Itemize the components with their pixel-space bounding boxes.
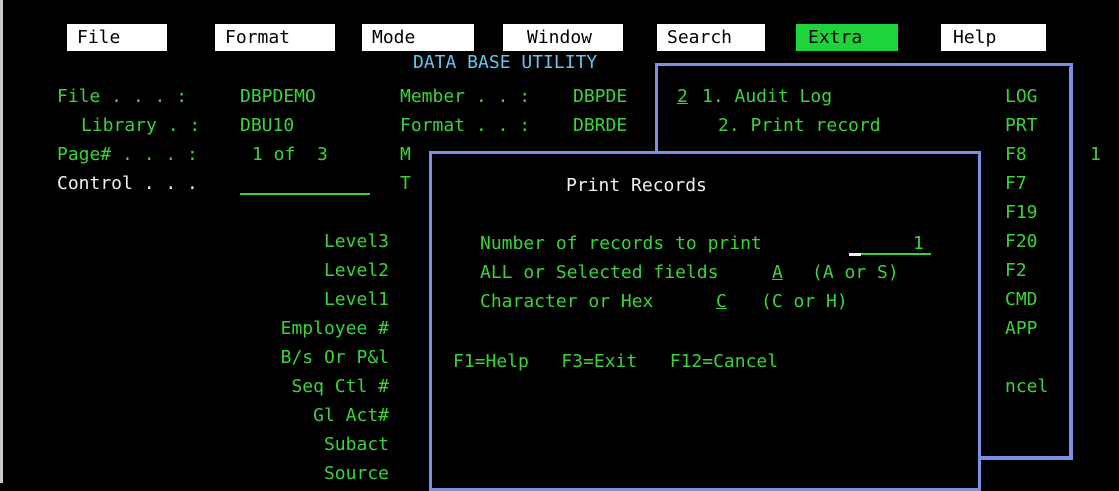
fields-input[interactable]: A [772,258,783,287]
menu-search[interactable]: Search [657,24,765,51]
member-value: DBPDE [573,86,628,107]
file-value: DBPDEMO [240,86,316,107]
control-input[interactable] [240,193,370,195]
function-keys[interactable]: F1=Help F3=Exit F12=Cancel [453,347,778,376]
extra-key-label: ncel [1005,376,1049,397]
format-label: Format . . : [400,115,531,136]
field-label: Employee # [280,318,389,339]
page-label: Page# . . . : [57,144,198,165]
field-label: Gl Act# [313,405,389,426]
menu-window-label: Window [527,27,593,48]
menu-format-label: Format [225,27,291,48]
menu-search-label: Search [667,27,733,48]
window-left-edge [0,0,8,483]
print-dialog [429,151,981,491]
extra-key-label: F19 [1005,202,1038,223]
field-list: Level3 Level2 Level1 Employee # B/s Or P&l Se… [220,227,389,488]
field-label: Level2 [323,260,389,281]
menu-window[interactable]: Window [503,24,623,51]
field-label: Source [323,463,389,484]
char-hex-hint: (C or H) [761,291,848,312]
menu-help-label: Help [953,27,997,48]
extra-key-list: LOG PRT F8 F7 F19 F20 F2 CMD APP ncel [1005,82,1050,401]
text-cursor [849,253,861,256]
extra-item-audit-log[interactable]: 1. Audit Log [702,82,832,111]
library-label: Library . : [81,115,201,136]
menu-mode[interactable]: Mode [362,24,474,51]
file-label: File . . . : [57,86,188,107]
records-label: Number of records to print [480,233,762,254]
screen-title: DATA BASE UTILITY [413,52,598,73]
extra-key-label [1005,343,1050,372]
fields-label: ALL or Selected fields [480,262,719,283]
control-label: Control . . . [57,173,198,194]
extra-selection-input[interactable]: 2 [677,82,688,111]
screen-edge-char: 1 [1090,144,1101,165]
page-value: 1 of 3 [252,144,328,165]
m-label: M [400,144,411,165]
member-label: Member . . : [400,86,531,107]
records-input[interactable]: 1 [913,229,924,258]
menu-mode-label: Mode [372,27,416,48]
menu-help[interactable]: Help [941,24,1046,51]
extra-key-label: CMD [1005,289,1038,310]
menu-extra-label: Extra [808,27,863,48]
extra-key-label: APP [1005,318,1038,339]
menu-file[interactable]: File [67,24,167,51]
extra-key-label: F20 [1005,231,1038,252]
extra-key-label: F2 [1005,260,1027,281]
extra-key-label: F8 [1005,144,1027,165]
char-hex-input[interactable]: C [716,287,727,316]
print-dialog-title: Print Records [566,175,707,196]
field-label: Level3 [323,231,389,252]
field-label: B/s Or P&l [280,347,389,368]
menu-file-label: File [77,27,121,48]
extra-menu-shadow-bottom [980,456,1073,460]
library-value: DBU10 [240,115,295,136]
fields-hint: (A or S) [812,262,899,283]
format-value: DBRDE [573,115,628,136]
field-label: Seq Ctl # [291,376,389,397]
field-label: Subact [323,434,389,455]
extra-menu-shadow [1069,67,1073,460]
t-label: T [400,173,411,194]
menu-extra[interactable]: Extra [796,24,898,51]
extra-item-print-record[interactable]: 2. Print record [718,111,881,140]
extra-key-label: F7 [1005,173,1027,194]
menu-format[interactable]: Format [215,24,335,51]
char-hex-label: Character or Hex [480,291,654,312]
field-label: Level1 [323,289,389,310]
extra-key-label: LOG [1005,86,1038,107]
extra-key-label: PRT [1005,115,1038,136]
